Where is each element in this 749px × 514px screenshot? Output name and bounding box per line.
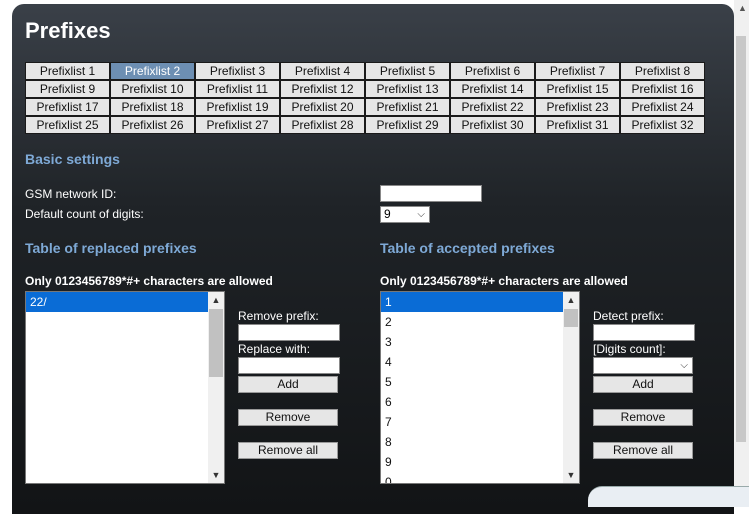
tab-prefixlist-6[interactable]: Prefixlist 6 (450, 62, 535, 80)
tab-prefixlist-5[interactable]: Prefixlist 5 (365, 62, 450, 80)
accepted-scroll-thumb[interactable] (564, 309, 578, 327)
tab-prefixlist-4[interactable]: Prefixlist 4 (280, 62, 365, 80)
list-item[interactable]: 6 (381, 392, 579, 412)
chevron-down-icon: ⌵ (680, 360, 688, 371)
tab-prefixlist-28[interactable]: Prefixlist 28 (280, 116, 365, 134)
list-item[interactable]: 9 (381, 452, 579, 472)
tab-prefixlist-20[interactable]: Prefixlist 20 (280, 98, 365, 116)
chevron-down-icon: ⌵ (417, 209, 425, 220)
tab-prefixlist-18[interactable]: Prefixlist 18 (110, 98, 195, 116)
tab-prefixlist-2[interactable]: Prefixlist 2 (110, 62, 195, 80)
scroll-up-icon[interactable]: ▲ (563, 292, 579, 308)
list-item[interactable]: 7 (381, 412, 579, 432)
detect-prefix-label: Detect prefix: (593, 309, 664, 323)
tab-prefixlist-3[interactable]: Prefixlist 3 (195, 62, 280, 80)
accepted-add-button[interactable]: Add (593, 376, 693, 393)
tab-prefixlist-29[interactable]: Prefixlist 29 (365, 116, 450, 134)
replaced-remove-button[interactable]: Remove (238, 409, 338, 426)
default-digits-select[interactable]: 9 ⌵ (380, 206, 430, 223)
basic-settings-heading: Basic settings (25, 151, 120, 167)
tab-prefixlist-30[interactable]: Prefixlist 30 (450, 116, 535, 134)
list-item[interactable]: 8 (381, 432, 579, 452)
replace-with-input[interactable] (238, 357, 340, 374)
accepted-prefixes-heading: Table of accepted prefixes (380, 240, 555, 256)
replaced-prefixes-heading: Table of replaced prefixes (25, 240, 197, 256)
scroll-up-icon[interactable]: ▲ (208, 292, 224, 308)
gsm-network-id-label: GSM network ID: (25, 187, 117, 201)
digits-count-label: [Digits count]: (593, 342, 666, 356)
tab-prefixlist-32[interactable]: Prefixlist 32 (620, 116, 705, 134)
accepted-remove-all-button[interactable]: Remove all (593, 442, 693, 459)
prefixlist-tabs: Prefixlist 1 Prefixlist 2 Prefixlist 3 Pref… (25, 62, 705, 134)
default-digits-label: Default count of digits: (25, 207, 144, 221)
tab-prefixlist-21[interactable]: Prefixlist 21 (365, 98, 450, 116)
scroll-down-icon[interactable]: ▼ (208, 467, 224, 483)
tab-prefixlist-7[interactable]: Prefixlist 7 (535, 62, 620, 80)
tab-prefixlist-24[interactable]: Prefixlist 24 (620, 98, 705, 116)
remove-prefix-input[interactable] (238, 324, 340, 341)
list-item[interactable]: 1 (381, 292, 579, 312)
scroll-up-icon[interactable]: ▲ (738, 4, 747, 13)
replaced-scroll-thumb[interactable] (209, 309, 223, 377)
accepted-remove-button[interactable]: Remove (593, 409, 693, 426)
list-item[interactable]: 5 (381, 372, 579, 392)
tab-prefixlist-12[interactable]: Prefixlist 12 (280, 80, 365, 98)
tab-prefixlist-10[interactable]: Prefixlist 10 (110, 80, 195, 98)
tab-prefixlist-8[interactable]: Prefixlist 8 (620, 62, 705, 80)
tab-prefixlist-19[interactable]: Prefixlist 19 (195, 98, 280, 116)
tab-prefixlist-11[interactable]: Prefixlist 11 (195, 80, 280, 98)
list-item[interactable]: 2 (381, 312, 579, 332)
accepted-prefixes-list[interactable]: 1234567890 ▲ ▼ (380, 291, 580, 484)
replaced-note: Only 0123456789*#+ characters are allowe… (25, 274, 273, 288)
accepted-list-scrollbar[interactable]: ▲ ▼ (563, 292, 579, 483)
gsm-network-id-input[interactable] (380, 185, 482, 202)
list-item[interactable]: 22/ (26, 292, 224, 312)
list-item[interactable]: 0 (381, 472, 579, 483)
tab-prefixlist-13[interactable]: Prefixlist 13 (365, 80, 450, 98)
list-item[interactable]: 4 (381, 352, 579, 372)
replaced-prefixes-list[interactable]: 22/ ▲ ▼ (25, 291, 225, 484)
tab-prefixlist-16[interactable]: Prefixlist 16 (620, 80, 705, 98)
default-digits-value: 9 (384, 207, 391, 221)
digits-count-select[interactable]: ⌵ (593, 357, 693, 374)
page-scrollbar-thumb[interactable] (736, 36, 746, 442)
tab-prefixlist-25[interactable]: Prefixlist 25 (25, 116, 110, 134)
tab-prefixlist-26[interactable]: Prefixlist 26 (110, 116, 195, 134)
tab-prefixlist-1[interactable]: Prefixlist 1 (25, 62, 110, 80)
detect-prefix-input[interactable] (593, 324, 695, 341)
tab-prefixlist-27[interactable]: Prefixlist 27 (195, 116, 280, 134)
bottom-toolbar (588, 486, 749, 507)
replaced-remove-all-button[interactable]: Remove all (238, 442, 338, 459)
tab-prefixlist-14[interactable]: Prefixlist 14 (450, 80, 535, 98)
page-title: Prefixes (25, 18, 111, 43)
tab-prefixlist-9[interactable]: Prefixlist 9 (25, 80, 110, 98)
accepted-note: Only 0123456789*#+ characters are allowe… (380, 274, 628, 288)
list-item[interactable]: 3 (381, 332, 579, 352)
tab-prefixlist-15[interactable]: Prefixlist 15 (535, 80, 620, 98)
scroll-down-icon[interactable]: ▼ (563, 467, 579, 483)
replace-with-label: Replace with: (238, 342, 311, 356)
replaced-add-button[interactable]: Add (238, 376, 338, 393)
replaced-list-scrollbar[interactable]: ▲ ▼ (208, 292, 224, 483)
tab-prefixlist-22[interactable]: Prefixlist 22 (450, 98, 535, 116)
remove-prefix-label: Remove prefix: (238, 309, 319, 323)
tab-prefixlist-31[interactable]: Prefixlist 31 (535, 116, 620, 134)
tab-prefixlist-17[interactable]: Prefixlist 17 (25, 98, 110, 116)
tab-prefixlist-23[interactable]: Prefixlist 23 (535, 98, 620, 116)
